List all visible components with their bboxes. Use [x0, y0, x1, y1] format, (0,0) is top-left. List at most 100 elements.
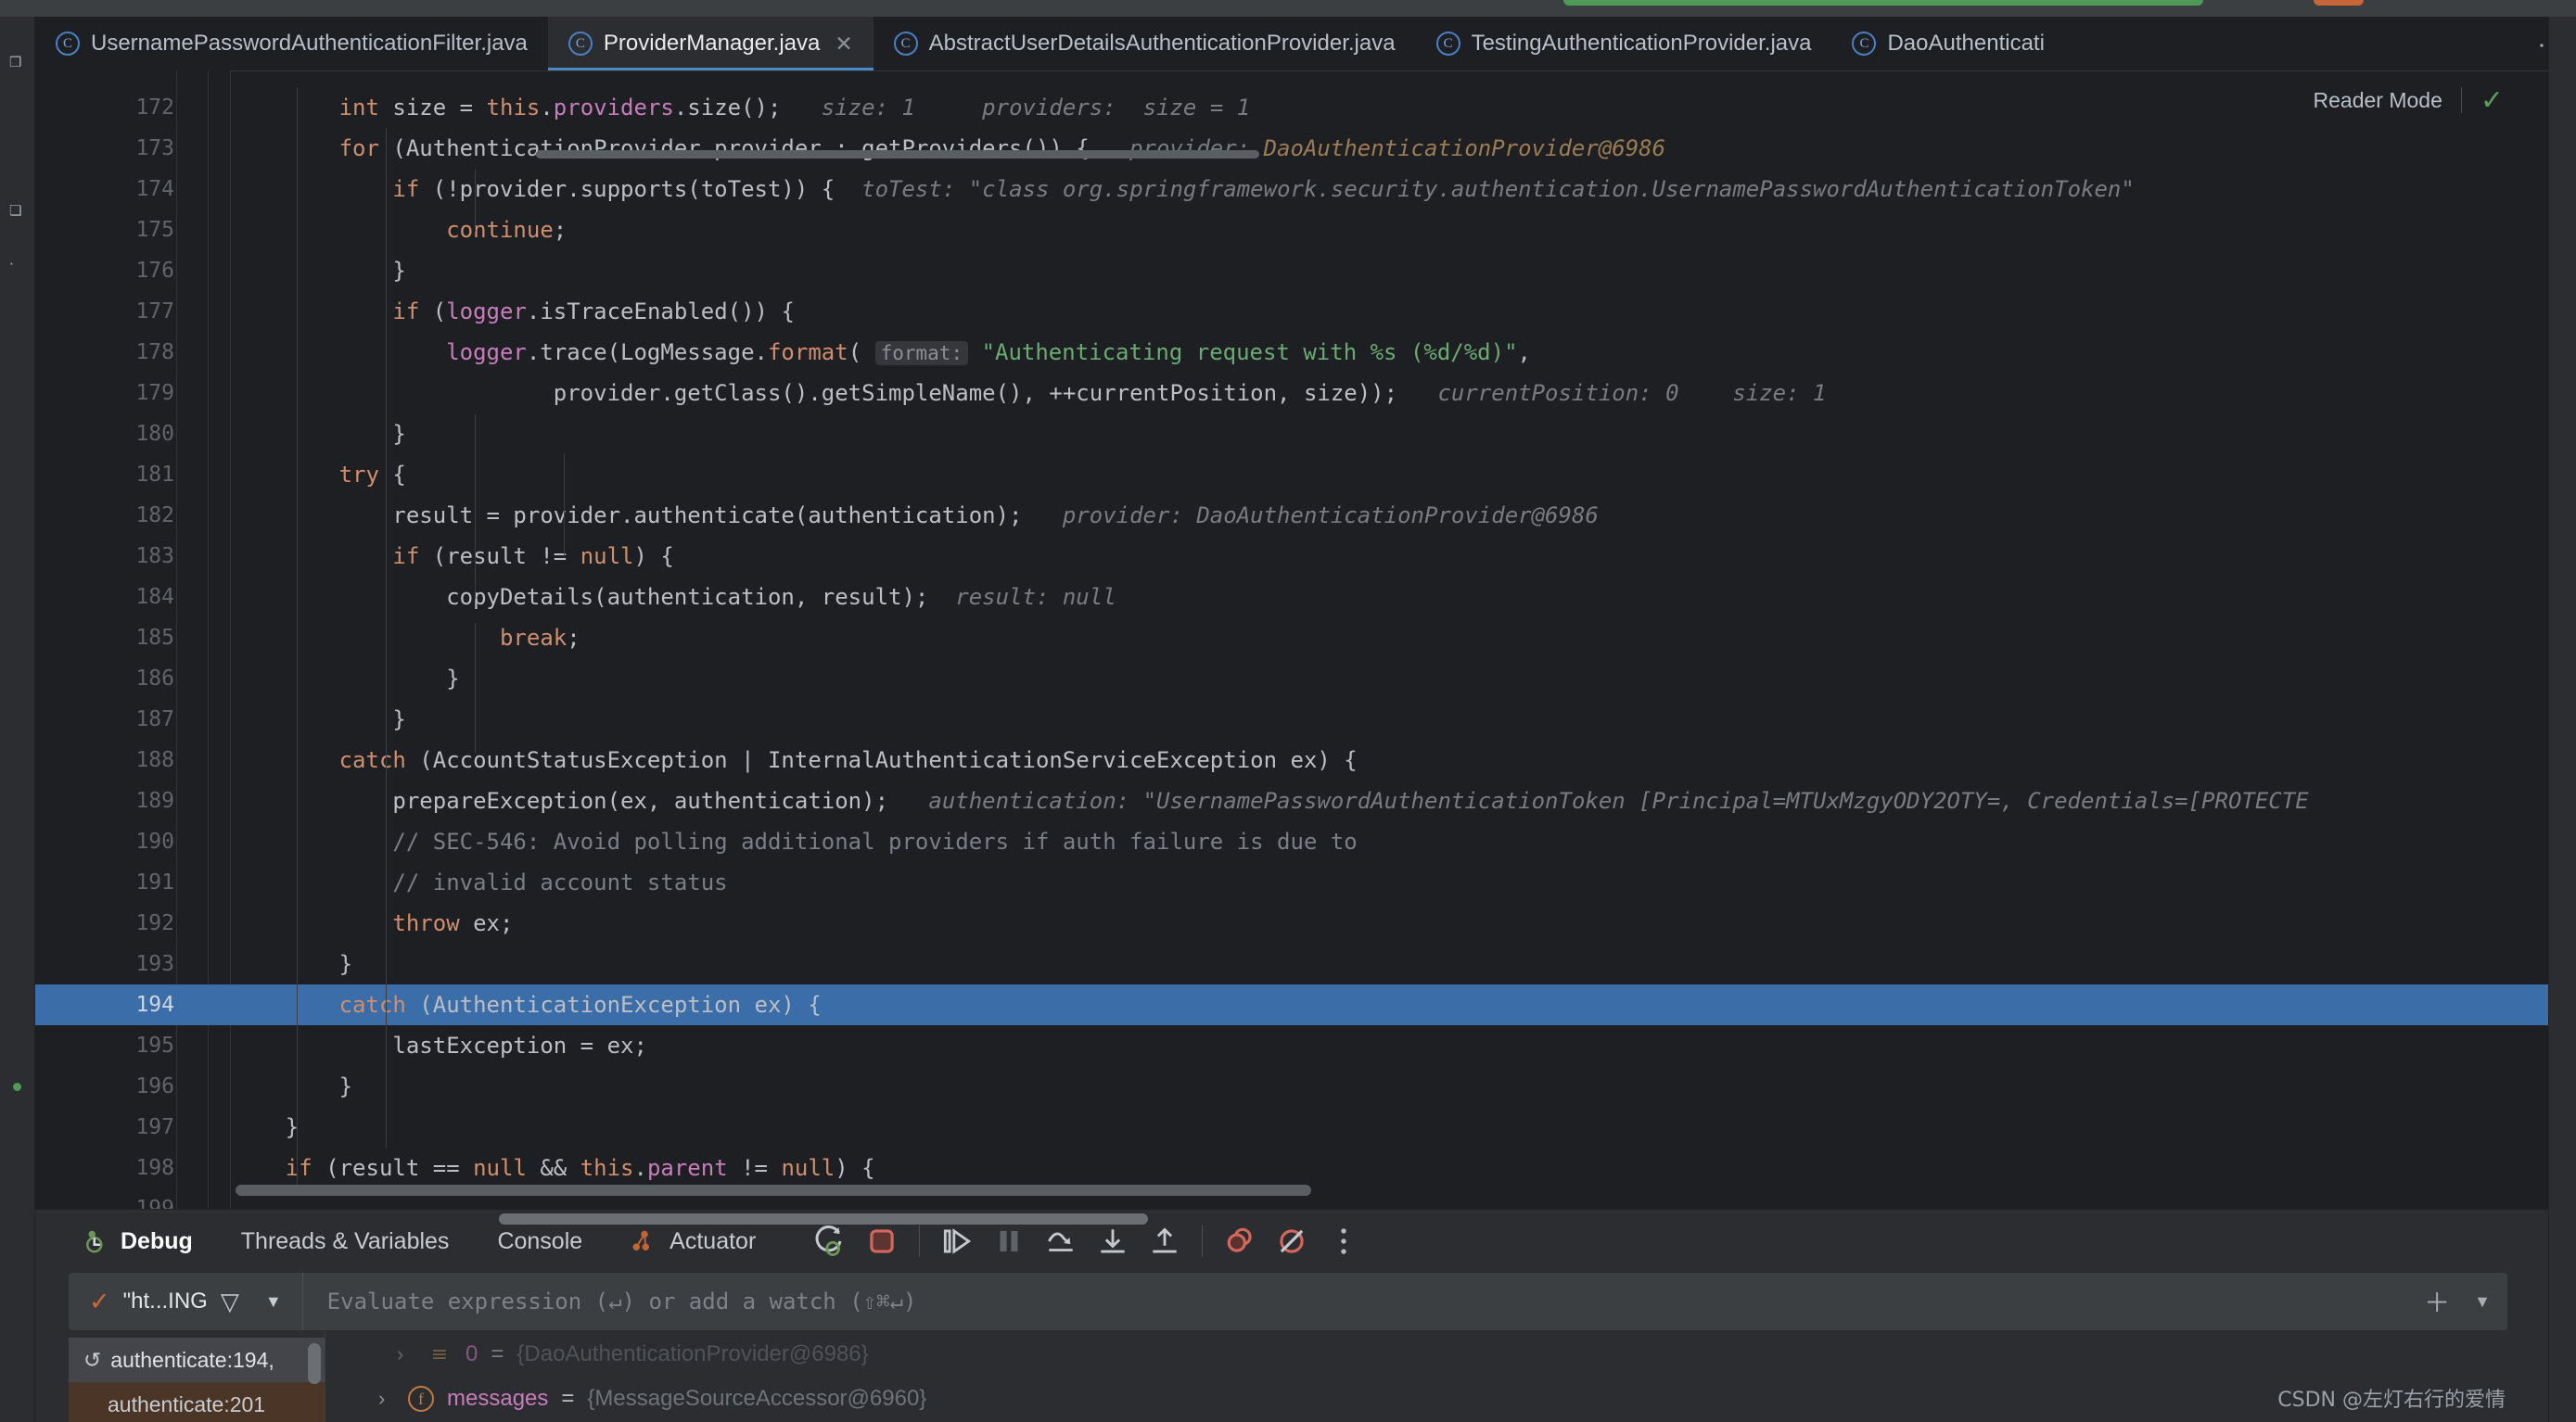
code-line[interactable]: 183 if (result != null) { — [35, 536, 2576, 577]
editor-tab-4[interactable]: C DaoAuthenticati — [1831, 17, 2064, 70]
editor-tab-1[interactable]: C ProviderManager.java ✕ — [547, 17, 874, 70]
code-text: if (result != null) { — [392, 543, 674, 569]
debug-tool-window[interactable]: Debug Threads & Variables Console Actuat… — [35, 1209, 2548, 1422]
structure-tool-icon[interactable]: ❏ — [9, 202, 21, 219]
code-line[interactable]: 173 for (AuthenticationProvider provider… — [35, 128, 2576, 169]
code-line[interactable]: 186 } — [35, 658, 2576, 699]
view-breakpoints-button[interactable] — [1214, 1215, 1266, 1267]
editor-tab-2[interactable]: C AbstractUserDetailsAuthenticationProvi… — [874, 17, 1416, 70]
code-text: catch (AccountStatusException | Internal… — [338, 747, 1358, 773]
run-status-indicator — [1563, 0, 2203, 6]
run-marker-icon[interactable] — [13, 1083, 21, 1091]
code-line[interactable]: 198 if (result == null && this.parent !=… — [35, 1148, 2576, 1188]
evaluate-bar-actions[interactable]: ＋ ▼ — [2424, 1283, 2491, 1320]
variable-row[interactable]: › ≡ 0 = {DaoAuthenticationProvider@6986} — [341, 1332, 2511, 1377]
editor-tab-label: ProviderManager.java — [603, 31, 821, 56]
editor-tab-0[interactable]: C UsernamePasswordAuthenticationFilter.j… — [35, 17, 548, 70]
close-icon[interactable]: ✕ — [835, 32, 852, 57]
code-line[interactable]: 178 logger.trace(LogMessage.format( form… — [35, 332, 2576, 373]
line-number: 191 — [135, 870, 174, 895]
check-icon[interactable]: ✓ — [2480, 84, 2504, 117]
editor-tab-bar[interactable]: C UsernamePasswordAuthenticationFilter.j… — [35, 17, 2576, 70]
variable-row[interactable]: › f messages = {MessageSourceAccessor@69… — [341, 1377, 2511, 1421]
frames-scrollbar[interactable] — [308, 1343, 321, 1384]
line-number: 188 — [135, 748, 174, 772]
java-class-icon: C — [567, 32, 593, 56]
check-icon: ✓ — [89, 1287, 110, 1315]
line-number: 186 — [135, 667, 174, 691]
add-watch-icon[interactable]: ＋ — [2424, 1283, 2450, 1320]
frame-row[interactable]: ↺ authenticate:194, — [69, 1338, 325, 1382]
variable-value: {DaoAuthenticationProvider@6986} — [516, 1341, 869, 1366]
code-line[interactable]: 190 // SEC-546: Avoid polling additional… — [35, 821, 2576, 862]
code-line[interactable]: 180 } — [35, 413, 2576, 454]
code-line[interactable]: 175 continue; — [35, 209, 2576, 250]
reader-mode-control[interactable]: Reader Mode ✓ — [2314, 83, 2505, 117]
right-tool-rail[interactable] — [2548, 17, 2576, 1422]
indent-guide — [297, 87, 298, 1188]
chevron-down-icon[interactable]: ▼ — [2474, 1292, 2491, 1312]
variables-list[interactable]: › ≡ 0 = {DaoAuthenticationProvider@6986}… — [341, 1332, 2511, 1422]
code-line[interactable]: 188 catch (AccountStatusException | Inte… — [35, 740, 2576, 781]
code-line[interactable]: 177 if (logger.isTraceEnabled()) { — [35, 291, 2576, 332]
code-line[interactable]: 194 catch (AuthenticationException ex) { — [35, 984, 2576, 1025]
indent-guide — [564, 454, 565, 556]
variable-equals: = — [491, 1341, 504, 1366]
line-number: 189 — [135, 789, 174, 813]
code-lines-container[interactable]: 172 int size = this.providers.size(); si… — [35, 70, 2576, 1209]
step-out-button[interactable] — [1139, 1215, 1191, 1267]
line-number: 193 — [135, 952, 174, 976]
code-text: if (!provider.supports(toTest)) { toTest… — [392, 176, 2135, 202]
left-tool-rail[interactable]: ❒ ❏ · — [0, 17, 35, 1422]
debug-tab-threads-variables[interactable]: Threads & Variables — [217, 1210, 474, 1273]
window-top-strip — [0, 0, 2576, 17]
line-number: 195 — [135, 1034, 174, 1058]
chevron-right-icon[interactable]: › — [397, 1342, 414, 1366]
code-line[interactable]: 192 throw ex; — [35, 903, 2576, 944]
bookmarks-tool-icon[interactable]: · — [9, 256, 14, 273]
code-line[interactable]: 187 } — [35, 699, 2576, 740]
debug-panel-scroll-thumb[interactable] — [499, 1213, 1148, 1225]
debug-bug-icon — [86, 1230, 103, 1253]
code-line[interactable]: 197 } — [35, 1107, 2576, 1148]
frames-list[interactable]: ↺ authenticate:194, authenticate:201 — [69, 1338, 325, 1422]
editor-minimap-thumb[interactable] — [536, 150, 1259, 159]
code-editor[interactable]: 172 int size = this.providers.size(); si… — [35, 70, 2576, 1209]
debug-tab-label: Threads & Variables — [240, 1227, 450, 1254]
code-line[interactable]: 195 lastException = ex; — [35, 1025, 2576, 1066]
code-line[interactable]: 185 break; — [35, 617, 2576, 658]
code-line[interactable]: 196 } — [35, 1066, 2576, 1107]
code-line[interactable]: 191 // invalid account status — [35, 862, 2576, 903]
editor-tab-label: DaoAuthenticati — [1887, 31, 2045, 56]
editor-horizontal-scrollbar[interactable] — [236, 1185, 1311, 1196]
code-line[interactable]: 193 } — [35, 944, 2576, 984]
evaluate-input-placeholder[interactable]: Evaluate expression (↵) or add a watch (… — [303, 1289, 917, 1314]
line-number: 173 — [135, 136, 174, 160]
filter-icon[interactable]: ▽ — [221, 1288, 239, 1316]
code-line[interactable]: 176 } — [35, 250, 2576, 291]
frame-row[interactable]: authenticate:201 — [69, 1382, 325, 1422]
debug-toolbar[interactable]: Debug Threads & Variables Console Actuat… — [35, 1210, 2548, 1273]
code-line[interactable]: 182 result = provider.authenticate(authe… — [35, 495, 2576, 536]
project-tool-icon[interactable]: ❒ — [9, 54, 21, 70]
evaluate-expression-bar[interactable]: ✓ "ht...ING ▽ ▼ Evaluate expression (↵) … — [69, 1273, 2507, 1330]
code-line[interactable]: 172 int size = this.providers.size(); si… — [35, 87, 2576, 128]
debug-tab-label: Console — [497, 1227, 583, 1254]
debug-tab-debug[interactable]: Debug — [57, 1210, 217, 1273]
mute-breakpoints-button[interactable] — [1266, 1215, 1318, 1267]
code-line[interactable]: 181 try { — [35, 454, 2576, 495]
code-line[interactable]: 189 prepareException(ex, authentication)… — [35, 781, 2576, 821]
chevron-down-icon[interactable]: ▼ — [265, 1292, 282, 1312]
code-text: if (logger.isTraceEnabled()) { — [392, 298, 795, 324]
chevron-right-icon[interactable]: › — [378, 1387, 395, 1411]
line-number: 187 — [135, 707, 174, 731]
code-line[interactable]: 184 copyDetails(authentication, result);… — [35, 577, 2576, 617]
indent-guide — [475, 623, 476, 753]
code-line[interactable]: 179 provider.getClass().getSimpleName(),… — [35, 373, 2576, 413]
code-line[interactable]: 174 if (!provider.supports(toTest)) { to… — [35, 169, 2576, 209]
line-number: 176 — [135, 259, 174, 283]
editor-tab-3[interactable]: C TestingAuthenticationProvider.java — [1416, 17, 1832, 70]
thread-selector[interactable]: ✓ "ht...ING ▽ ▼ — [69, 1273, 303, 1330]
more-options-button[interactable] — [1318, 1215, 1370, 1267]
code-text: result = provider.authenticate(authentic… — [392, 502, 1599, 528]
